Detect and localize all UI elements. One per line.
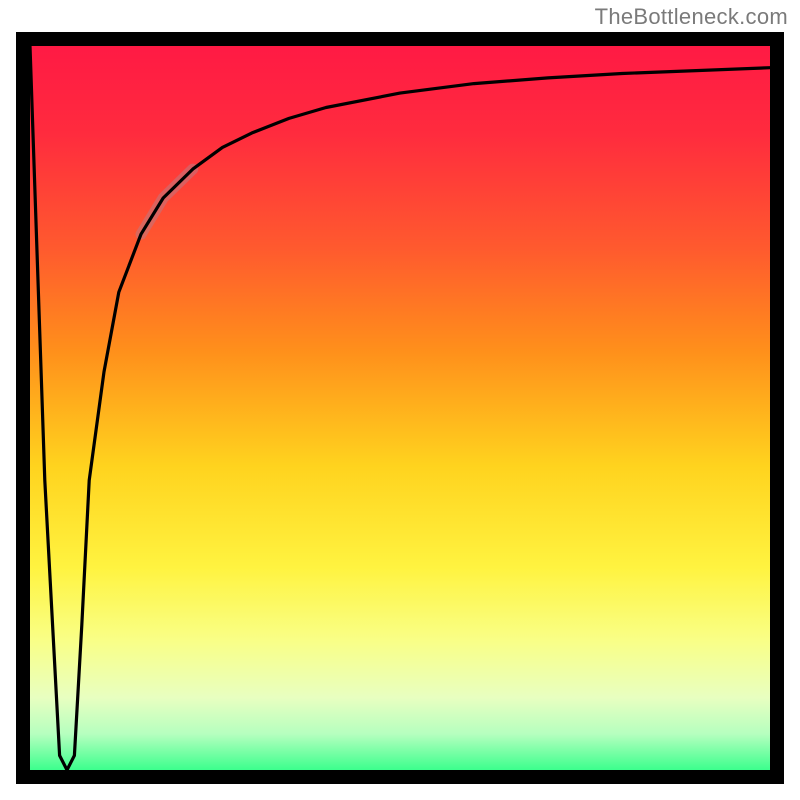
bottleneck-curve	[30, 46, 770, 770]
watermark-text: TheBottleneck.com	[595, 4, 788, 30]
chart-container: TheBottleneck.com	[0, 0, 800, 800]
curve-svg	[30, 46, 770, 770]
plot-frame	[16, 32, 784, 784]
